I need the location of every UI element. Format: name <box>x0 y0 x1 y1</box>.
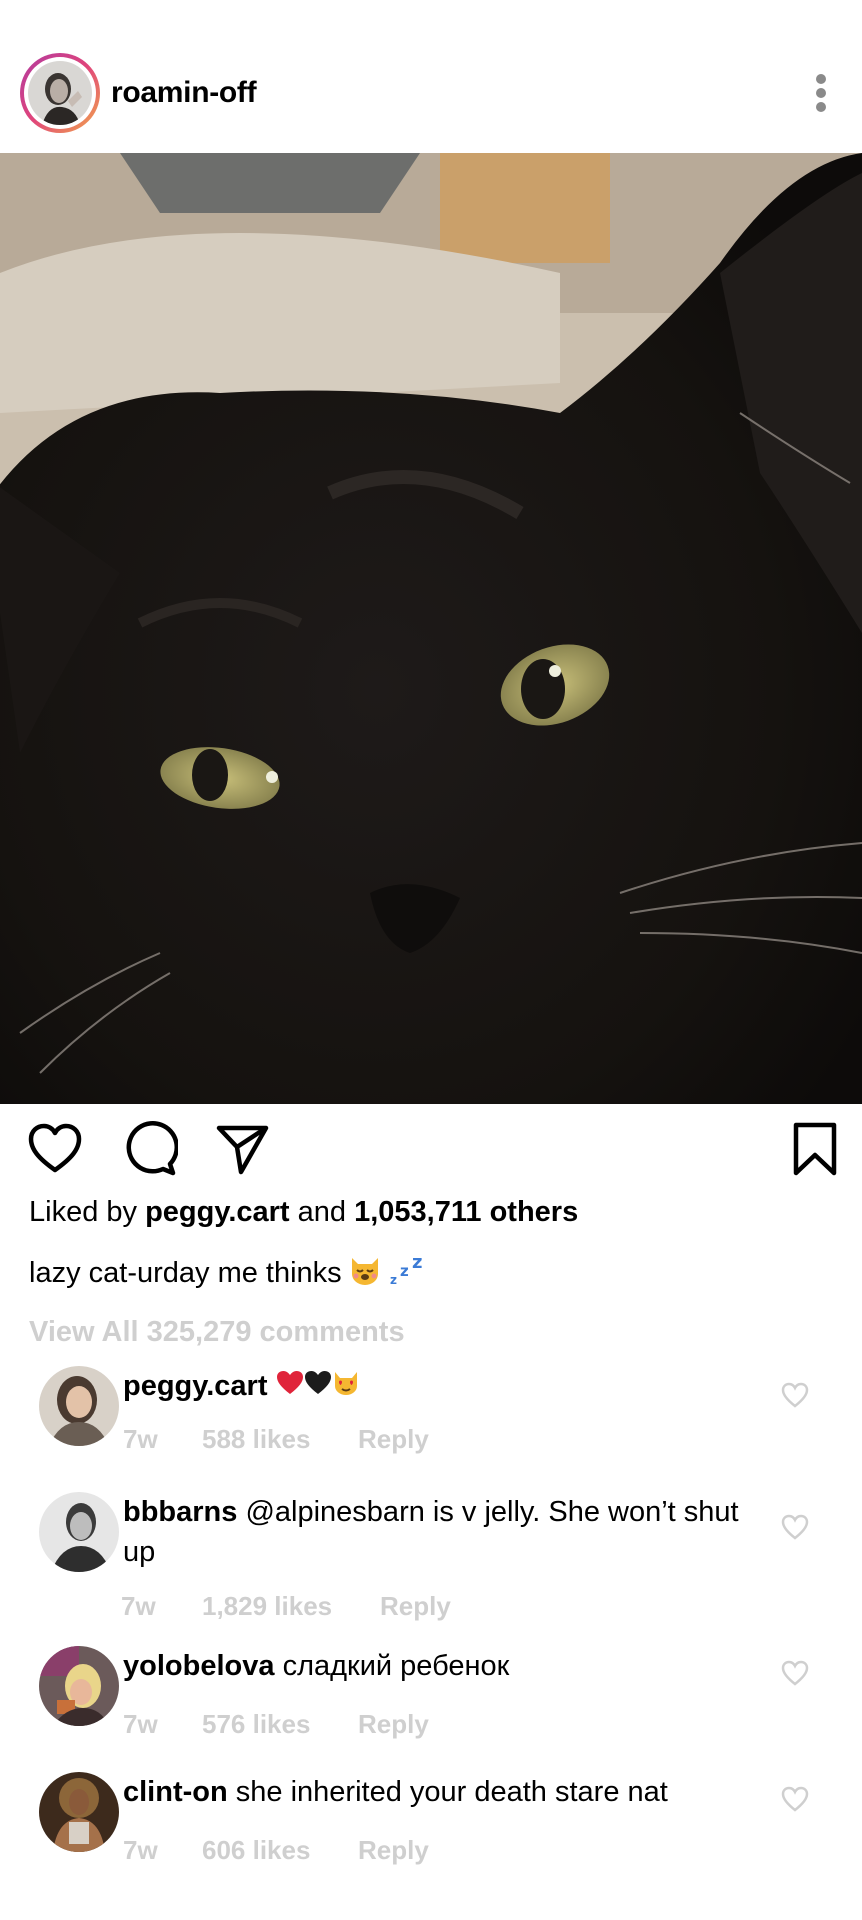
bookmark-icon[interactable] <box>786 1120 844 1178</box>
commenter-avatar[interactable] <box>39 1492 119 1572</box>
svg-text:z: z <box>400 1262 409 1280</box>
zzz-emoji-icon: z z z <box>388 1252 428 1294</box>
author-avatar-image <box>28 61 92 125</box>
commenter-avatar[interactable] <box>39 1772 119 1852</box>
post-photo[interactable] <box>0 153 862 1104</box>
likes-summary[interactable]: Liked by peggy.cart and 1,053,711 others <box>29 1196 578 1229</box>
likes-joiner: and <box>297 1196 347 1228</box>
comment-body: bbbarns @alpinesbarn is v jelly. She won… <box>123 1492 763 1572</box>
comment-icon[interactable] <box>120 1120 179 1178</box>
comment-text: she inherited your death stare nat <box>235 1776 668 1808</box>
comment-like-heart-icon[interactable] <box>780 1658 810 1688</box>
caption-text: lazy cat-urday me thinks <box>29 1256 342 1289</box>
comment-likes[interactable]: 588 likes <box>202 1424 310 1455</box>
svg-text:z: z <box>390 1273 397 1286</box>
heart-icon[interactable] <box>26 1120 84 1178</box>
black-heart-emoji-icon <box>304 1367 332 1407</box>
comment-reply-button[interactable]: Reply <box>358 1424 429 1455</box>
commenter-avatar[interactable] <box>39 1366 119 1446</box>
comment-reply-button[interactable]: Reply <box>358 1709 429 1740</box>
comment-body: peggy.cart <box>123 1366 763 1407</box>
comment-username[interactable]: clint-on <box>123 1776 228 1808</box>
comment-like-heart-icon[interactable] <box>780 1380 810 1410</box>
author-username[interactable]: roamin-off <box>111 76 257 110</box>
comment-time: 7w <box>123 1709 158 1739</box>
comment-username[interactable]: peggy.cart <box>123 1370 268 1402</box>
commenter-avatar[interactable] <box>39 1646 119 1726</box>
comment-username[interactable]: yolobelova <box>123 1650 275 1682</box>
comment-time: 7w <box>123 1424 158 1454</box>
comment-likes[interactable]: 1,829 likes <box>202 1591 332 1622</box>
comment-like-heart-icon[interactable] <box>780 1512 810 1542</box>
comment-time: 7w <box>123 1835 158 1865</box>
post-actions <box>0 1104 862 1194</box>
likes-others[interactable]: 1,053,711 others <box>354 1196 578 1228</box>
comment-username[interactable]: bbbarns <box>123 1496 237 1528</box>
comment-text: сладкий ребенок <box>282 1650 510 1682</box>
comment-time: 7w <box>121 1591 156 1621</box>
author-avatar[interactable] <box>20 53 100 133</box>
comment-likes[interactable]: 606 likes <box>202 1835 310 1866</box>
comment-likes[interactable]: 576 likes <box>202 1709 310 1740</box>
sleepy-cat-emoji-icon <box>348 1252 382 1294</box>
svg-text:z: z <box>412 1252 422 1273</box>
post-header: roamin-off <box>0 0 862 153</box>
send-icon[interactable] <box>214 1120 272 1178</box>
comment-like-heart-icon[interactable] <box>780 1784 810 1814</box>
comment-reply-button[interactable]: Reply <box>380 1591 451 1622</box>
comment-body: clint-on she inherited your death stare … <box>123 1772 763 1812</box>
heart-eyes-cat-emoji-icon <box>332 1367 360 1407</box>
post-caption: lazy cat-urday me thinks z z z <box>29 1252 428 1294</box>
likes-prefix: Liked by <box>29 1196 138 1228</box>
comment-reply-button[interactable]: Reply <box>358 1835 429 1866</box>
view-all-comments-link[interactable]: View All 325,279 comments <box>29 1316 405 1349</box>
comment-body: yolobelova сладкий ребенок <box>123 1646 763 1686</box>
likes-liker[interactable]: peggy.cart <box>145 1196 290 1228</box>
more-vertical-icon[interactable] <box>810 68 834 118</box>
red-heart-emoji-icon <box>276 1367 304 1407</box>
